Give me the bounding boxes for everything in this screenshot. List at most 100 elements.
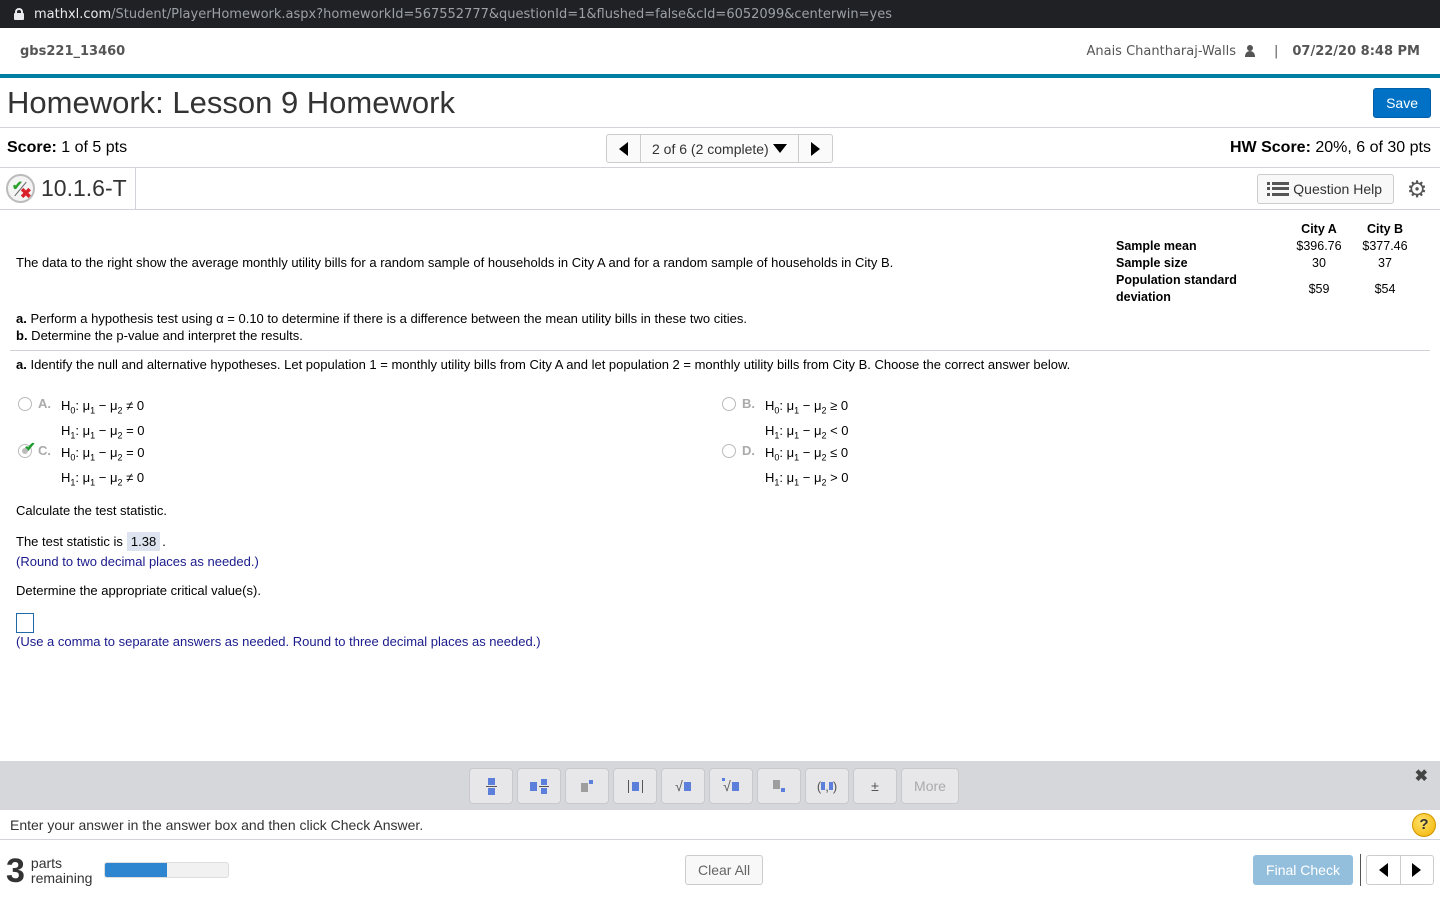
h1-operator: ≠ [126, 469, 134, 485]
absolute-value-button[interactable] [613, 768, 657, 804]
radio-button[interactable] [722, 444, 736, 458]
nth-root-icon: √ [722, 778, 739, 794]
ordered-pair-button[interactable]: (,) [805, 768, 849, 804]
course-id: gbs221_13460 [20, 43, 126, 59]
previous-question-button[interactable] [607, 135, 641, 162]
choice-c[interactable]: ✔ C. H0: μ1 − μ2 = 0 H1: μ1 − μ2 ≠ 0 [18, 439, 145, 492]
choice-letter: D. [742, 443, 755, 458]
h1-operator: > [830, 469, 838, 485]
part-a-text: a. Perform a hypothesis test using α = 0… [16, 310, 747, 327]
row-label: Sample mean [1116, 239, 1197, 253]
divider [1360, 854, 1361, 886]
browser-address-bar[interactable]: mathxl.com/Student/PlayerHomework.aspx?h… [0, 0, 1440, 28]
hw-score-value: 20%, 6 of 30 pts [1315, 138, 1431, 156]
h0-operator: ≥ [830, 398, 838, 413]
square-root-icon: √ [675, 778, 691, 794]
period: . [162, 534, 166, 549]
partial-credit-icon: ✔ ✖ [6, 174, 35, 203]
remaining-word: remaining [30, 870, 93, 886]
next-question-button[interactable] [797, 135, 832, 162]
url-domain: mathxl.com [34, 6, 112, 22]
progress-fill [105, 863, 167, 877]
part-a-body: Perform a hypothesis test using α = 0.10… [26, 311, 747, 326]
user-name[interactable]: Anais Chantharaj-Walls [1086, 44, 1236, 59]
hypotheses: H0: μ1 − μ2 ≤ 0 H1: μ1 − μ2 > 0 [765, 445, 849, 488]
question-id-block: ✔ ✖ 10.1.6-T [0, 168, 136, 209]
choice-a[interactable]: A. H0: μ1 − μ2 ≠ 0 H1: μ1 − μ2 = 0 [18, 396, 145, 445]
hw-score-label: HW Score: [1230, 138, 1311, 156]
square-root-button[interactable]: √ [661, 768, 705, 804]
subscript-icon [773, 780, 785, 792]
hypotheses: H0: μ1 − μ2 ≥ 0 H1: μ1 − μ2 < 0 [765, 398, 849, 441]
separator: | [1273, 43, 1279, 59]
critical-value-input[interactable] [16, 613, 34, 633]
clear-all-button[interactable]: Clear All [685, 855, 764, 885]
choice-b[interactable]: B. H0: μ1 − μ2 ≥ 0 H1: μ1 − μ2 < 0 [722, 396, 849, 445]
question-help-button[interactable]: Question Help [1257, 173, 1394, 204]
parts-count: 3 [6, 852, 25, 890]
cell: 37 [1378, 256, 1392, 270]
title-bar: Homework: Lesson 9 Homework Save [0, 78, 1440, 128]
instruction-bar: Enter your answer in the answer box and … [0, 810, 1440, 840]
plus-minus-button[interactable]: ± [853, 768, 897, 804]
url-path: /Student/PlayerHomework.aspx?homeworkId=… [111, 6, 893, 22]
exponent-button[interactable] [565, 768, 609, 804]
parts-remaining-text: parts remaining [31, 856, 92, 886]
problem-intro: The data to the right show the average m… [16, 255, 894, 270]
score-label: Score: [7, 138, 57, 156]
question-navigator: 2 of 6 (2 complete) [606, 134, 833, 163]
plus-minus-icon: ± [871, 778, 879, 794]
part-b-text: b. Determine the p-value and interpret t… [16, 327, 747, 344]
question-select-dropdown[interactable]: 2 of 6 (2 complete) [641, 135, 798, 162]
arrow-right-icon [1412, 863, 1422, 877]
cell: $59 [1308, 281, 1330, 296]
gear-icon[interactable]: ⚙ [1406, 177, 1428, 200]
save-button[interactable]: Save [1373, 87, 1431, 118]
math-palette: √ √ (,) ± More ✖ [0, 761, 1440, 810]
table-row: Population standard deviation $59 $54 [1116, 272, 1418, 306]
cell: $54 [1374, 281, 1396, 296]
fraction-icon [485, 777, 497, 795]
question-prompt: a. Identify the null and alternative hyp… [16, 357, 1070, 372]
mixed-number-icon [529, 778, 549, 794]
caret-down-icon [772, 144, 787, 153]
question-score: Score: 1 of 5 pts [7, 139, 127, 157]
cell: 30 [1312, 256, 1326, 270]
radio-button[interactable] [722, 397, 736, 411]
list-icon [1267, 182, 1289, 196]
row-label: Population standard deviation [1116, 273, 1237, 304]
question-help-label: Question Help [1293, 180, 1382, 197]
choice-d[interactable]: D. H0: μ1 − μ2 ≤ 0 H1: μ1 − μ2 > 0 [722, 443, 849, 492]
lock-icon [14, 8, 24, 20]
close-palette-icon[interactable]: ✖ [1415, 766, 1428, 786]
exponent-icon [581, 780, 593, 792]
footer-next-button[interactable] [1401, 856, 1434, 884]
radio-button[interactable] [18, 397, 32, 411]
more-button[interactable]: More [901, 768, 959, 804]
part-b-prefix: b. [16, 328, 28, 343]
fraction-button[interactable] [469, 768, 513, 804]
datetime: 07/22/20 8:48 PM [1292, 43, 1420, 59]
subscript-button[interactable] [757, 768, 801, 804]
row-label: Sample size [1116, 256, 1188, 270]
radio-button-selected[interactable]: ✔ [18, 439, 36, 458]
choice-letter: B. [742, 396, 755, 411]
help-question-icon[interactable]: ? [1412, 812, 1436, 837]
mixed-number-button[interactable] [517, 768, 561, 804]
table-row: Sample size 30 37 [1116, 255, 1418, 272]
final-check-button[interactable]: Final Check [1253, 855, 1353, 885]
footer-previous-button[interactable] [1367, 856, 1401, 884]
nth-root-button[interactable]: √ [709, 768, 753, 804]
parts-word: parts [30, 855, 63, 871]
table-header-row: City A City B [1116, 221, 1418, 238]
critical-value-label: Determine the appropriate critical value… [16, 583, 261, 598]
absolute-value-icon [627, 779, 643, 793]
data-table: City A City B Sample mean $396.76 $377.4… [1116, 221, 1418, 306]
test-statistic-answer[interactable]: 1.38 [126, 532, 161, 551]
instruction-text: Enter your answer in the answer box and … [10, 816, 424, 833]
top-bar: gbs221_13460 Anais Chantharaj-Walls | 07… [0, 28, 1440, 78]
part-a-prefix: a. [16, 311, 27, 326]
h0-operator: ≠ [126, 398, 134, 413]
table-row: Sample mean $396.76 $377.46 [1116, 238, 1418, 255]
table-header [1116, 221, 1286, 238]
